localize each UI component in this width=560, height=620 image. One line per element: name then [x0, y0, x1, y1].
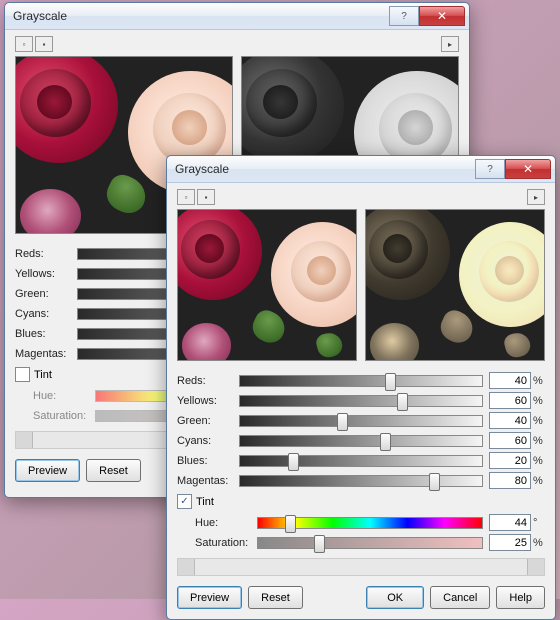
magentas-slider[interactable]	[239, 475, 483, 487]
blues-slider[interactable]	[239, 455, 483, 467]
titlebar[interactable]: Grayscale ? ✕	[5, 3, 469, 30]
hue-slider[interactable]	[257, 517, 483, 529]
reds-slider[interactable]	[239, 375, 483, 387]
reset-button[interactable]: Reset	[86, 459, 141, 482]
zoom-out-icon[interactable]: ▫	[177, 189, 195, 205]
dialog-title: Grayscale	[175, 162, 475, 176]
yellows-value[interactable]	[489, 392, 531, 409]
green-value[interactable]	[489, 412, 531, 429]
reset-button[interactable]: Reset	[248, 586, 303, 609]
play-icon[interactable]: ▸	[441, 36, 459, 52]
help-button[interactable]: ?	[389, 6, 419, 26]
reds-value[interactable]	[489, 372, 531, 389]
green-slider[interactable]	[239, 415, 483, 427]
zoom-in-icon[interactable]: ▪	[35, 36, 53, 52]
hue-value[interactable]	[489, 514, 531, 531]
blues-value[interactable]	[489, 452, 531, 469]
help-button[interactable]: Help	[496, 586, 545, 609]
cyans-value[interactable]	[489, 432, 531, 449]
close-button[interactable]: ✕	[419, 6, 465, 26]
magentas-value[interactable]	[489, 472, 531, 489]
tint-checkbox[interactable]: ✓	[177, 494, 192, 509]
help-button[interactable]: ?	[475, 159, 505, 179]
preview-button[interactable]: Preview	[15, 459, 80, 482]
zoom-out-icon[interactable]: ▫	[15, 36, 33, 52]
close-button[interactable]: ✕	[505, 159, 551, 179]
tint-checkbox[interactable]	[15, 367, 30, 382]
dialog-title: Grayscale	[13, 9, 389, 23]
play-icon[interactable]: ▸	[527, 189, 545, 205]
original-preview	[177, 209, 357, 361]
cancel-button[interactable]: Cancel	[430, 586, 490, 609]
grayscale-dialog-front: Grayscale ? ✕ ▫ ▪ ▸ Reds:% Yellows:% Gre…	[166, 155, 556, 620]
saturation-value[interactable]	[489, 534, 531, 551]
ok-button[interactable]: OK	[366, 586, 424, 609]
titlebar[interactable]: Grayscale ? ✕	[167, 156, 555, 183]
yellows-slider[interactable]	[239, 395, 483, 407]
scrollbar[interactable]	[177, 558, 545, 576]
zoom-in-icon[interactable]: ▪	[197, 189, 215, 205]
cyans-slider[interactable]	[239, 435, 483, 447]
preview-button[interactable]: Preview	[177, 586, 242, 609]
result-preview	[365, 209, 545, 361]
saturation-slider[interactable]	[257, 537, 483, 549]
